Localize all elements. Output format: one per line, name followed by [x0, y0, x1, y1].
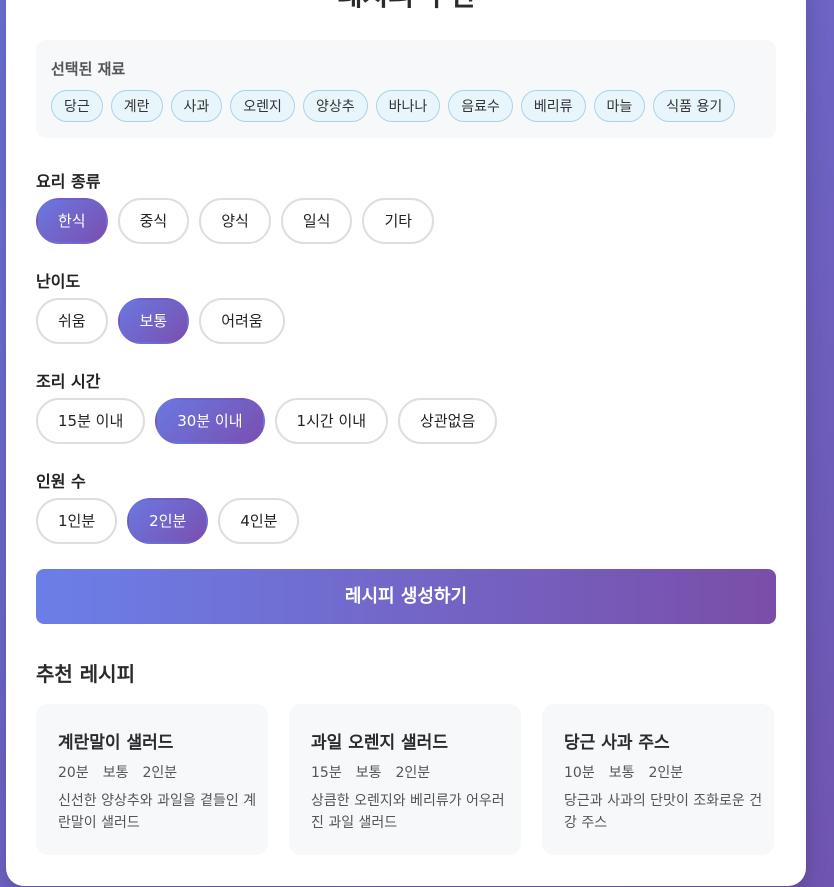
ingredient-tags: 당근 계란 사과 오렌지 양상추 바나나 음료수 베리류 마늘 식품 용기	[51, 90, 736, 122]
recipe-meta: 20분 보통 2인분	[58, 762, 177, 782]
difficulty-options: 쉬움 보통 어려움	[36, 298, 285, 344]
cuisine-option-other[interactable]: 기타	[362, 198, 435, 244]
difficulty-option-hard[interactable]: 어려움	[199, 298, 285, 344]
recipe-difficulty: 보통	[355, 765, 382, 781]
servings-option-2[interactable]: 2인분	[127, 498, 209, 544]
selected-ingredients-panel: 선택된 재료 당근 계란 사과 오렌지 양상추 바나나 음료수 베리류 마늘 식…	[36, 40, 776, 138]
recipe-list: 계란말이 샐러드 20분 보통 2인분 신선한 양상추와 과일을 곁들인 계란말…	[36, 704, 774, 855]
recipe-meta: 10분 보통 2인분	[564, 762, 683, 782]
time-options: 15분 이내 30분 이내 1시간 이내 상관없음	[36, 398, 498, 444]
recipe-card[interactable]: 과일 오렌지 샐러드 15분 보통 2인분 상큼한 오렌지와 베리류가 어우러진…	[289, 704, 521, 855]
servings-label: 인원 수	[36, 472, 86, 491]
cuisine-label: 요리 종류	[36, 172, 101, 191]
recipe-time: 10분	[564, 765, 595, 781]
recipe-time: 15분	[311, 765, 342, 781]
ingredient-tag[interactable]: 계란	[110, 90, 163, 122]
recipe-description: 상큼한 오렌지와 베리류가 어우러진 과일 샐러드	[311, 793, 505, 831]
cuisine-option-korean[interactable]: 한식	[36, 198, 108, 244]
generate-recipe-button[interactable]: 레시피 생성하기	[36, 569, 776, 624]
recommendations-title: 추천 레시피	[36, 662, 135, 686]
time-option-30min[interactable]: 30분 이내	[155, 398, 265, 444]
difficulty-option-medium[interactable]: 보통	[117, 298, 190, 344]
recipe-description: 당근과 사과의 단맛이 조화로운 건강 주스	[564, 793, 763, 831]
servings-option-1[interactable]: 1인분	[36, 498, 118, 544]
cuisine-options: 한식 중식 양식 일식 기타	[36, 198, 435, 244]
recipe-card[interactable]: 당근 사과 주스 10분 보통 2인분 당근과 사과의 단맛이 조화로운 건강 …	[542, 704, 774, 855]
recipe-name: 당근 사과 주스	[564, 733, 670, 753]
ingredients-label: 선택된 재료	[51, 60, 126, 78]
servings-option-4[interactable]: 4인분	[218, 498, 300, 544]
ingredient-tag[interactable]: 음료수	[448, 90, 513, 122]
cuisine-option-chinese[interactable]: 중식	[117, 198, 190, 244]
ingredient-tag[interactable]: 마늘	[593, 90, 646, 122]
cuisine-option-western[interactable]: 양식	[199, 198, 271, 244]
time-label: 조리 시간	[36, 372, 101, 391]
recipe-panel: 레시피 추천 선택된 재료 당근 계란 사과 오렌지 양상추 바나나 음료수 베…	[6, 0, 806, 886]
difficulty-option-easy[interactable]: 쉬움	[36, 298, 108, 344]
ingredient-tag[interactable]: 양상추	[302, 90, 368, 122]
time-option-1hour[interactable]: 1시간 이내	[274, 398, 389, 444]
ingredient-tag[interactable]: 베리류	[520, 90, 586, 122]
recipe-difficulty: 보통	[102, 765, 129, 781]
recipe-difficulty: 보통	[608, 765, 635, 781]
page-title: 레시피 추천	[6, 0, 806, 14]
recipe-time: 20분	[58, 765, 89, 781]
ingredient-tag[interactable]: 바나나	[375, 90, 441, 122]
ingredient-tag[interactable]: 식품 용기	[653, 90, 736, 122]
recipe-description: 신선한 양상추와 과일을 곁들인 계란말이 샐러드	[58, 793, 257, 831]
time-option-15min[interactable]: 15분 이내	[36, 398, 146, 444]
difficulty-label: 난이도	[36, 272, 81, 291]
ingredient-tag[interactable]: 당근	[51, 90, 103, 122]
time-option-any[interactable]: 상관없음	[398, 398, 498, 444]
recipe-card[interactable]: 계란말이 샐러드 20분 보통 2인분 신선한 양상추와 과일을 곁들인 계란말…	[36, 704, 268, 855]
servings-options: 1인분 2인분 4인분	[36, 498, 300, 544]
ingredient-tag[interactable]: 사과	[170, 90, 223, 122]
recipe-servings: 2인분	[648, 765, 684, 781]
recipe-servings: 2인분	[142, 765, 178, 781]
cuisine-option-japanese[interactable]: 일식	[280, 198, 353, 244]
ingredient-tag[interactable]: 오렌지	[230, 90, 295, 122]
recipe-name: 계란말이 샐러드	[58, 733, 174, 753]
recipe-name: 과일 오렌지 샐러드	[311, 733, 448, 753]
recipe-meta: 15분 보통 2인분	[311, 762, 430, 782]
recipe-servings: 2인분	[395, 765, 431, 781]
